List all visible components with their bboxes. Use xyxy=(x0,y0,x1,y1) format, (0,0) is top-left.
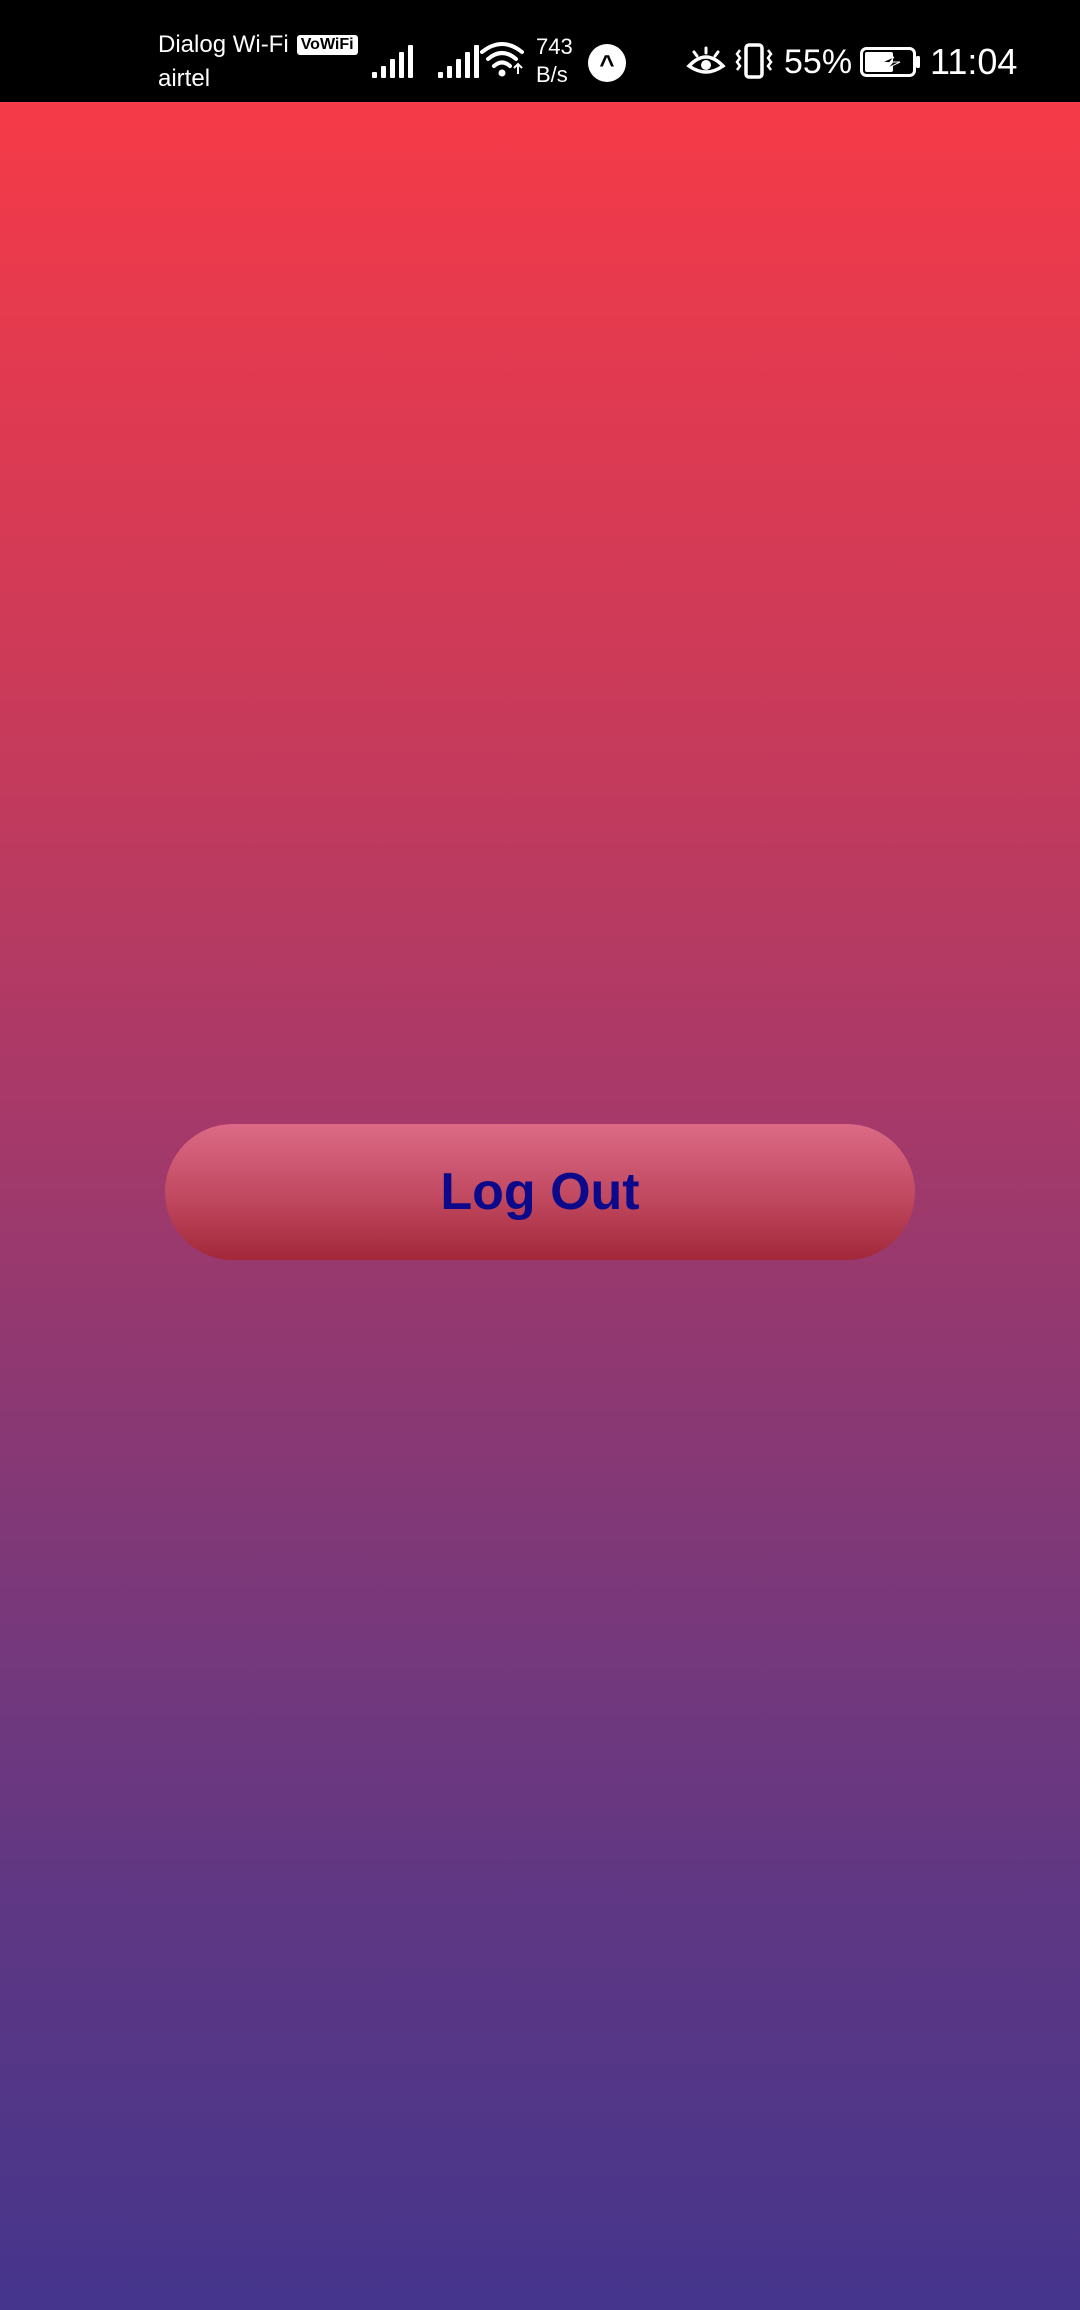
carrier-secondary: airtel xyxy=(158,65,211,92)
app-body: Log Out xyxy=(0,102,1080,2310)
signal-sim2-icon xyxy=(438,44,479,78)
logout-button[interactable]: Log Out xyxy=(165,1124,915,1260)
chevron-up-icon: ^ xyxy=(588,44,626,82)
app-screen: Dialog Wi-Fi VoWiFi airtel 743 B/s ^ 55%… xyxy=(0,0,1080,2310)
vibrate-icon xyxy=(734,42,774,85)
signal-sim1-icon xyxy=(372,44,413,78)
vowifi-badge: VoWiFi xyxy=(296,35,358,55)
eye-comfort-icon xyxy=(686,46,726,83)
carrier-primary: Dialog Wi-Fi xyxy=(158,31,289,58)
logout-button-label: Log Out xyxy=(440,1163,640,1221)
battery-charging-icon xyxy=(860,47,922,82)
network-speed-value: 743 xyxy=(536,34,573,59)
status-bar: Dialog Wi-Fi VoWiFi airtel 743 B/s ^ 55%… xyxy=(0,0,1080,102)
network-speed-unit: B/s xyxy=(536,62,568,87)
clock: 11:04 xyxy=(930,41,1018,82)
carrier-info: Dialog Wi-Fi VoWiFi airtel xyxy=(158,28,358,96)
wifi-icon xyxy=(480,40,524,83)
network-speed: 743 B/s xyxy=(536,33,573,89)
battery-percent: 55% xyxy=(784,43,853,81)
